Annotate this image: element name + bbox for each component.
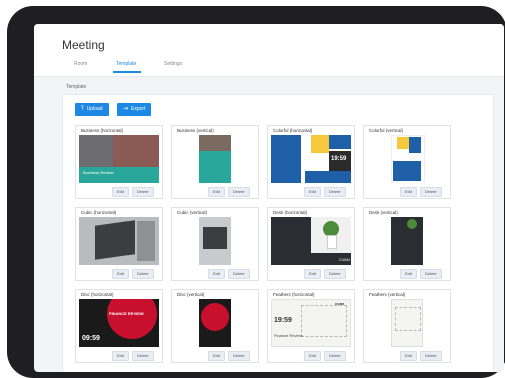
edit-button[interactable]: Edit xyxy=(112,187,129,197)
template-thumbnail: 19:59 Finance Review cvan xyxy=(271,299,351,347)
thumbnail-title: Business Review xyxy=(83,170,114,175)
delete-button[interactable]: Delete xyxy=(420,187,442,197)
thumbnail-time: 19:59 xyxy=(331,156,347,162)
card-title: Business (horizontal) xyxy=(81,128,124,133)
card-title: Disc (vertical) xyxy=(177,292,205,297)
delete-button[interactable]: Delete xyxy=(228,351,250,361)
card-title: Cubic (vertical) xyxy=(177,210,208,215)
card-title: Colorful (horizontal) xyxy=(273,128,313,133)
template-thumbnail xyxy=(175,217,255,265)
template-card[interactable]: Colorful (horizontal) 19:59 Edit Delete xyxy=(267,125,355,199)
thumbnail-time: 19:59 xyxy=(274,317,292,324)
section-title: Template xyxy=(66,84,87,90)
template-thumbnail xyxy=(79,217,159,265)
template-thumbnail: 19:59 xyxy=(271,135,351,183)
template-card[interactable]: Cubic (horizontal) Edit Delete xyxy=(75,207,163,281)
template-card[interactable]: Business (vertical) Edit Delete xyxy=(171,125,259,199)
template-thumbnail xyxy=(367,135,447,183)
upload-label: Upload xyxy=(86,106,103,112)
export-label: Export xyxy=(131,106,146,112)
edit-button[interactable]: Edit xyxy=(208,351,225,361)
upload-button[interactable]: ⤒ Upload xyxy=(75,103,109,116)
template-card[interactable]: Colorful (vertical) Edit Delete xyxy=(363,125,451,199)
export-button[interactable]: ⇥ Export xyxy=(117,103,152,116)
tab-room[interactable]: Room xyxy=(74,61,87,67)
delete-button[interactable]: Delete xyxy=(324,351,346,361)
card-title: Feathers (horizontal) xyxy=(273,292,315,297)
template-card[interactable]: Cubic (vertical) Edit Delete xyxy=(171,207,259,281)
tab-template[interactable]: Template xyxy=(113,61,141,73)
edit-button[interactable]: Edit xyxy=(304,269,321,279)
edit-button[interactable]: Edit xyxy=(304,351,321,361)
template-card[interactable]: Business (horizontal) Business Review Ed… xyxy=(75,125,163,199)
template-thumbnail xyxy=(175,135,255,183)
card-title: Business (vertical) xyxy=(177,128,214,133)
template-thumbnail xyxy=(175,299,255,347)
edit-button[interactable]: Edit xyxy=(304,187,321,197)
delete-button[interactable]: Delete xyxy=(132,269,154,279)
delete-button[interactable]: Delete xyxy=(132,351,154,361)
template-thumbnail xyxy=(367,217,447,265)
tab-settings[interactable]: Settings xyxy=(164,61,182,67)
edit-button[interactable]: Edit xyxy=(400,351,417,361)
card-title: Cubic (horizontal) xyxy=(81,210,117,215)
thumbnail-title: Finance Review xyxy=(274,333,303,338)
card-title: Colorful (vertical) xyxy=(369,128,404,133)
template-card[interactable]: Desk (vertical) Edit Delete xyxy=(363,207,451,281)
template-thumbnail xyxy=(367,299,447,347)
tablet-frame: Meeting Room Template Settings Template … xyxy=(7,6,505,378)
thumbnail-brand: CVAN xyxy=(339,257,350,262)
delete-button[interactable]: Delete xyxy=(324,269,346,279)
card-title: Feathers (vertical) xyxy=(369,292,406,297)
template-card[interactable]: Desk (horizontal) CVAN Edit Delete xyxy=(267,207,355,281)
delete-button[interactable]: Delete xyxy=(324,187,346,197)
upload-icon: ⤒ xyxy=(81,106,84,112)
delete-button[interactable]: Delete xyxy=(132,187,154,197)
delete-button[interactable]: Delete xyxy=(228,187,250,197)
edit-button[interactable]: Edit xyxy=(400,269,417,279)
thumbnail-brand: cvan xyxy=(335,301,345,306)
card-title: Disc (horizontal) xyxy=(81,292,114,297)
template-card[interactable]: Feathers (horizontal) 19:59 Finance Revi… xyxy=(267,289,355,363)
template-panel: ⤒ Upload ⇥ Export Business (horizontal) Bu… xyxy=(62,94,494,372)
template-thumbnail: FINANCE REVIEW 09:59 xyxy=(79,299,159,347)
thumbnail-time: 09:59 xyxy=(82,335,100,342)
template-thumbnail: CVAN xyxy=(271,217,351,265)
edit-button[interactable]: Edit xyxy=(112,269,129,279)
card-title: Desk (vertical) xyxy=(369,210,398,215)
app-screen: Meeting Room Template Settings Template … xyxy=(34,24,504,372)
edit-button[interactable]: Edit xyxy=(208,187,225,197)
template-card[interactable]: Disc (horizontal) FINANCE REVIEW 09:59 E… xyxy=(75,289,163,363)
thumbnail-heading: FINANCE REVIEW xyxy=(109,311,144,316)
template-card[interactable]: Feathers (vertical) Edit Delete xyxy=(363,289,451,363)
page-title: Meeting xyxy=(62,38,105,52)
delete-button[interactable]: Delete xyxy=(420,269,442,279)
delete-button[interactable]: Delete xyxy=(228,269,250,279)
template-thumbnail: Business Review xyxy=(79,135,159,183)
app-header: Meeting Room Template Settings xyxy=(34,24,504,77)
template-card[interactable]: Disc (vertical) Edit Delete xyxy=(171,289,259,363)
edit-button[interactable]: Edit xyxy=(400,187,417,197)
active-tab-indicator xyxy=(113,71,141,73)
card-title: Desk (horizontal) xyxy=(273,210,308,215)
tab-template-label: Template xyxy=(116,61,137,67)
edit-button[interactable]: Edit xyxy=(208,269,225,279)
delete-button[interactable]: Delete xyxy=(420,351,442,361)
edit-button[interactable]: Edit xyxy=(112,351,129,361)
export-icon: ⇥ xyxy=(123,106,129,112)
